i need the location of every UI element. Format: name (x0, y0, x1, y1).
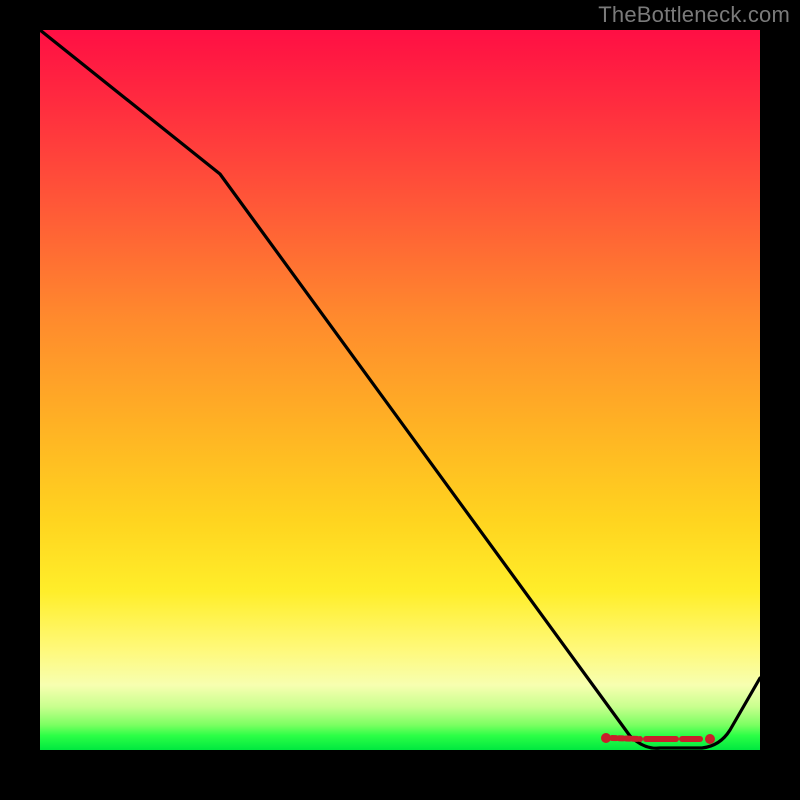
attribution-label: TheBottleneck.com (598, 2, 790, 28)
line-series (40, 30, 760, 750)
bottleneck-curve-path (40, 30, 760, 748)
min-band-marker (602, 734, 715, 744)
plot-area (40, 30, 760, 750)
chart-root: TheBottleneck.com (0, 0, 800, 800)
